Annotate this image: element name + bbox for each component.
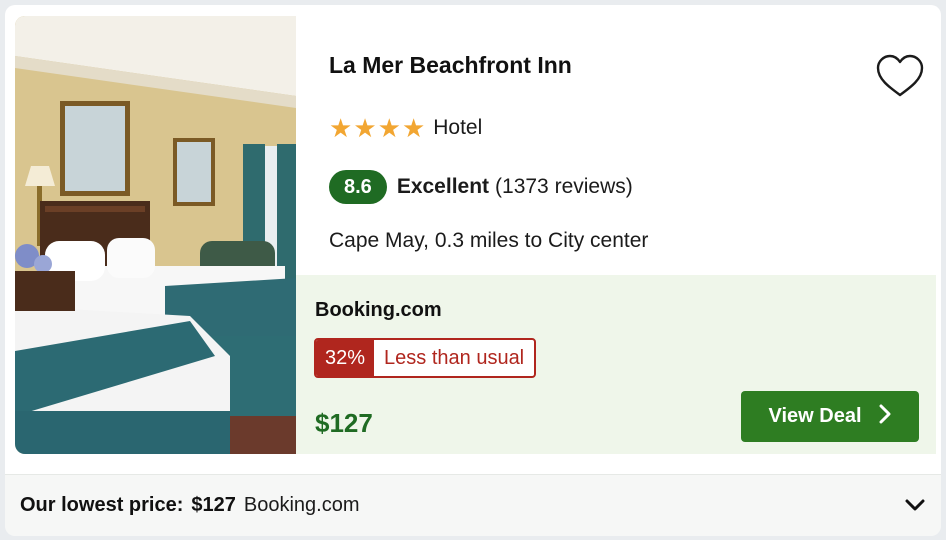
stars: ★ ★ ★ ★	[329, 115, 425, 141]
star-icon: ★	[329, 113, 353, 143]
chevron-right-icon	[878, 404, 892, 430]
heart-outline-icon[interactable]	[875, 53, 925, 99]
discount-text: Less than usual	[384, 347, 525, 369]
lowest-price-label: Our lowest price:	[20, 494, 184, 516]
star-icon: ★	[377, 113, 401, 143]
deal-price: $127	[315, 408, 373, 438]
discount-percent: 32%	[316, 340, 375, 376]
star-icon: ★	[353, 113, 377, 143]
view-deal-button[interactable]: View Deal	[741, 391, 919, 442]
hotel-type: Hotel	[433, 116, 483, 139]
rating-word: Excellent	[396, 175, 490, 198]
hotel-name[interactable]: La Mer Beachfront Inn	[329, 52, 572, 79]
deal-provider: Booking.com	[315, 299, 442, 321]
review-count: (1373 reviews)	[495, 175, 633, 198]
hotel-photo[interactable]	[15, 16, 296, 454]
review-summary[interactable]: 8.6 Excellent (1373 reviews)	[329, 170, 633, 204]
lowest-price-bar[interactable]: Our lowest price: $127 Booking.com	[5, 474, 941, 536]
star-icon: ★	[401, 113, 426, 143]
deal-panel: Booking.com 32% Less than usual $127 Vie…	[296, 275, 936, 454]
discount-badge: 32% Less than usual	[314, 338, 537, 378]
rating-score-badge: 8.6	[329, 170, 387, 204]
view-deal-label: View Deal	[768, 405, 862, 427]
hotel-location: Cape May, 0.3 miles to City center	[329, 229, 649, 252]
chevron-down-icon[interactable]	[903, 493, 927, 517]
star-rating: ★ ★ ★ ★ Hotel	[329, 113, 482, 143]
lowest-price-provider: Booking.com	[243, 494, 360, 516]
lowest-price-value: $127	[191, 494, 236, 516]
